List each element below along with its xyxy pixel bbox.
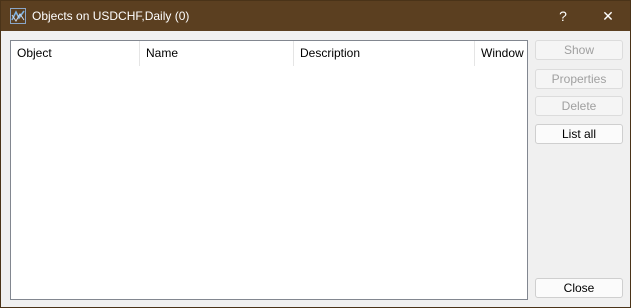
title-bar: Objects on USDCHF,Daily (0) ? ✕: [1, 1, 630, 31]
window-close-button[interactable]: ✕: [586, 1, 630, 31]
delete-button[interactable]: Delete: [535, 96, 623, 116]
properties-button[interactable]: Properties: [535, 69, 623, 89]
column-header-description[interactable]: Description: [294, 41, 475, 66]
list-header: Object Name Description Window: [11, 41, 527, 66]
window-title: Objects on USDCHF,Daily (0): [32, 9, 190, 23]
column-header-object[interactable]: Object: [11, 41, 140, 66]
objects-list[interactable]: Object Name Description Window: [10, 40, 528, 300]
show-button[interactable]: Show: [535, 40, 623, 60]
column-header-name[interactable]: Name: [140, 41, 294, 66]
dialog-body: Object Name Description Window Show Prop…: [1, 31, 630, 307]
objects-dialog: Objects on USDCHF,Daily (0) ? ✕ Object N…: [0, 0, 631, 308]
app-icon: [10, 8, 26, 24]
column-header-window[interactable]: Window: [475, 41, 527, 66]
close-icon: ✕: [602, 7, 614, 24]
list-all-button[interactable]: List all: [535, 124, 623, 144]
close-button[interactable]: Close: [535, 278, 623, 298]
help-button[interactable]: ?: [541, 1, 585, 31]
